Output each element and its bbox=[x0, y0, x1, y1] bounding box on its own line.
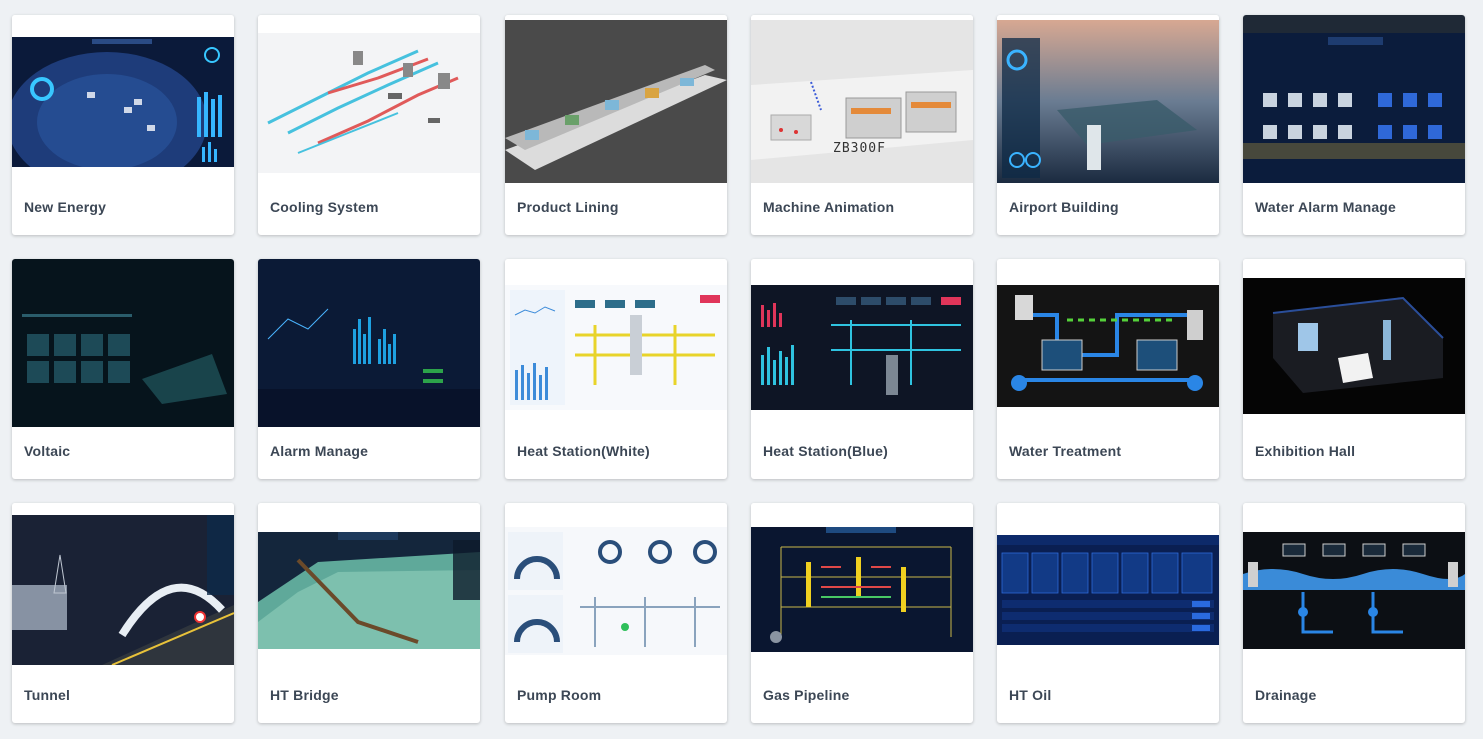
cooling-system-pipes-thumbnail bbox=[258, 15, 480, 183]
card-title: Water Alarm Manage bbox=[1255, 199, 1397, 215]
drainage-thumbnail bbox=[1243, 503, 1465, 671]
card-cooling-system[interactable]: Cooling System bbox=[258, 15, 480, 235]
card-drainage[interactable]: Drainage bbox=[1243, 503, 1465, 723]
card-ht-oil[interactable]: HT Oil bbox=[997, 503, 1219, 723]
card-title: Product Lining bbox=[517, 199, 619, 215]
card-tunnel[interactable]: Tunnel bbox=[12, 503, 234, 723]
card-title: Machine Animation bbox=[763, 199, 895, 215]
alarm-manage-dashboard-thumbnail bbox=[258, 259, 480, 427]
card-heat-station-blue[interactable]: Heat Station(Blue) bbox=[751, 259, 973, 479]
card-new-energy[interactable]: New Energy bbox=[12, 15, 234, 235]
tunnel-3d-thumbnail bbox=[12, 503, 234, 671]
card-title: Heat Station(White) bbox=[517, 443, 650, 459]
water-alarm-dashboard-thumbnail bbox=[1243, 15, 1465, 183]
demo-gallery-grid: New Energy Cooling System Product Lining… bbox=[0, 0, 1483, 739]
card-title: Tunnel bbox=[24, 687, 71, 703]
exhibition-hall-3d-thumbnail bbox=[1243, 259, 1465, 427]
machine-model-label: ZB300F bbox=[833, 141, 886, 156]
card-title: New Energy bbox=[24, 199, 107, 215]
voltaic-dashboard-thumbnail bbox=[12, 259, 234, 427]
card-title: Heat Station(Blue) bbox=[763, 443, 888, 459]
card-title: Gas Pipeline bbox=[763, 687, 850, 703]
machine-animation-3d-thumbnail: ZB300F bbox=[751, 15, 973, 183]
heat-station-blue-thumbnail bbox=[751, 259, 973, 427]
card-title: Pump Room bbox=[517, 687, 602, 703]
card-title: Voltaic bbox=[24, 443, 71, 459]
card-title: Drainage bbox=[1255, 687, 1317, 703]
card-title: Airport Building bbox=[1009, 199, 1119, 215]
water-treatment-thumbnail bbox=[997, 259, 1219, 427]
card-exhibition-hall[interactable]: Exhibition Hall bbox=[1243, 259, 1465, 479]
card-title: Cooling System bbox=[270, 199, 379, 215]
airport-building-3d-thumbnail bbox=[997, 15, 1219, 183]
card-water-alarm-manage[interactable]: Water Alarm Manage bbox=[1243, 15, 1465, 235]
ht-bridge-3d-thumbnail bbox=[258, 503, 480, 671]
card-voltaic[interactable]: Voltaic bbox=[12, 259, 234, 479]
heat-station-white-thumbnail bbox=[505, 259, 727, 427]
card-title: HT Bridge bbox=[270, 687, 339, 703]
ht-oil-dashboard-thumbnail bbox=[997, 503, 1219, 671]
card-airport-building[interactable]: Airport Building bbox=[997, 15, 1219, 235]
card-machine-animation[interactable]: ZB300F Machine Animation bbox=[751, 15, 973, 235]
card-heat-station-white[interactable]: Heat Station(White) bbox=[505, 259, 727, 479]
card-ht-bridge[interactable]: HT Bridge bbox=[258, 503, 480, 723]
new-energy-dashboard-thumbnail bbox=[12, 15, 234, 183]
card-title: Exhibition Hall bbox=[1255, 443, 1356, 459]
card-product-lining[interactable]: Product Lining bbox=[505, 15, 727, 235]
card-water-treatment[interactable]: Water Treatment bbox=[997, 259, 1219, 479]
card-pump-room[interactable]: Pump Room bbox=[505, 503, 727, 723]
gas-pipeline-thumbnail bbox=[751, 503, 973, 671]
card-title: Alarm Manage bbox=[270, 443, 369, 459]
product-line-3d-thumbnail bbox=[505, 15, 727, 183]
card-title: HT Oil bbox=[1009, 687, 1052, 703]
card-gas-pipeline[interactable]: Gas Pipeline bbox=[751, 503, 973, 723]
pump-room-thumbnail bbox=[505, 503, 727, 671]
card-title: Water Treatment bbox=[1009, 443, 1122, 459]
card-alarm-manage[interactable]: Alarm Manage bbox=[258, 259, 480, 479]
